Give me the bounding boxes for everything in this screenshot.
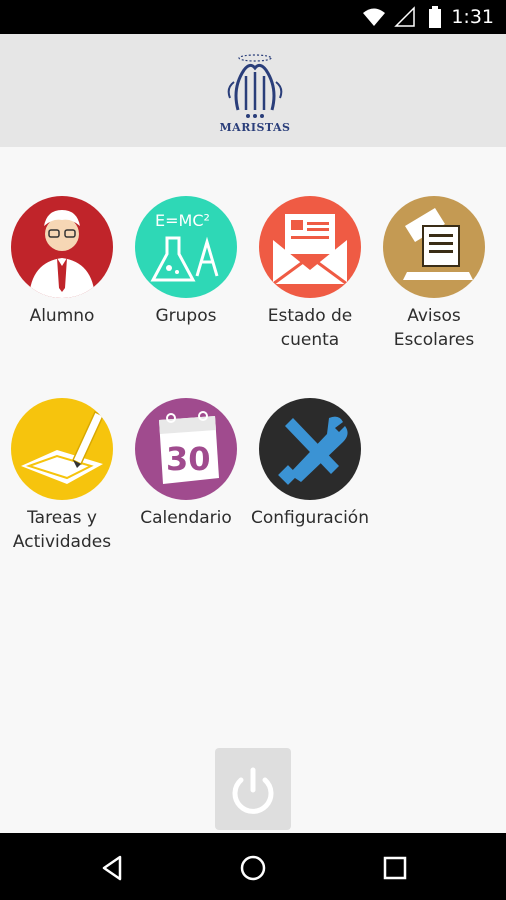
pencil-icon: [11, 398, 113, 500]
menu-item-configuracion[interactable]: Configuración: [248, 398, 372, 530]
back-icon[interactable]: [98, 853, 128, 883]
menu-item-estado-de-cuenta[interactable]: Estado de cuenta: [248, 196, 372, 352]
menu-item-label: Calendario: [140, 508, 232, 528]
menu-item-calendario[interactable]: 30 Calendario: [124, 398, 248, 530]
cellular-signal-icon: [394, 6, 416, 33]
menu-item-label: Configuración: [251, 508, 369, 528]
science-icon: E=MC²: [135, 196, 237, 298]
envelope-icon: [259, 196, 361, 298]
logout-button[interactable]: [215, 748, 291, 830]
home-icon[interactable]: [238, 853, 268, 883]
maristas-logo: MARISTAS: [210, 48, 300, 138]
status-bar: 1:31: [0, 0, 506, 34]
notice-icon: [383, 196, 485, 298]
menu-item-label: Avisos Escolares: [393, 306, 475, 350]
calendar-number: 30: [166, 440, 211, 478]
menu-item-label: Alumno: [29, 306, 95, 326]
svg-text:E=MC²: E=MC²: [155, 211, 210, 230]
clock: 1:31: [451, 6, 494, 28]
calendar-icon: 30: [135, 398, 237, 500]
menu-item-label: Grupos: [155, 306, 217, 326]
menu-item-avisos-escolares[interactable]: Avisos Escolares: [372, 196, 496, 352]
navigation-bar: [0, 833, 506, 900]
battery-icon: [428, 6, 442, 33]
power-icon: [232, 767, 274, 814]
logo-text: MARISTAS: [219, 121, 291, 134]
wifi-icon: [362, 6, 386, 33]
recents-icon[interactable]: [380, 853, 410, 883]
menu-item-alumno[interactable]: Alumno: [0, 196, 124, 328]
menu-item-grupos[interactable]: E=MC² Grupos: [124, 196, 248, 328]
menu-item-tareas-y-actividades[interactable]: Tareas y Actividades: [0, 398, 124, 554]
tools-icon: [259, 398, 361, 500]
app-header: MARISTAS: [0, 34, 506, 147]
menu-item-label: Estado de cuenta: [267, 306, 353, 350]
student-icon: [11, 196, 113, 298]
menu-item-label: Tareas y Actividades: [12, 508, 112, 552]
